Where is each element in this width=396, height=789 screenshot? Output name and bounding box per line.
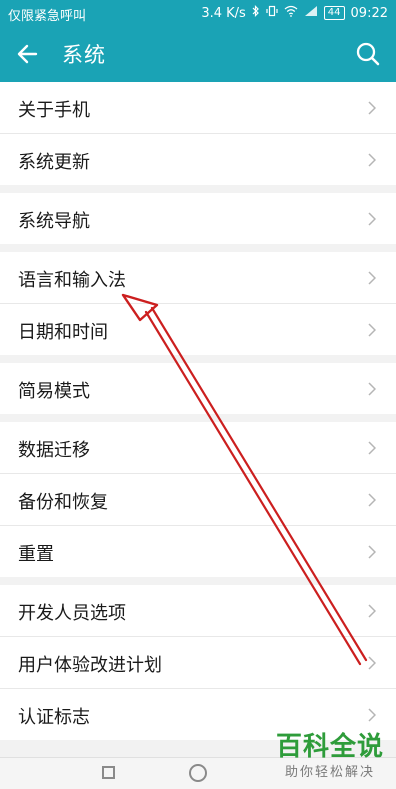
chevron-right-icon xyxy=(368,545,376,559)
settings-group: 系统导航 xyxy=(0,193,396,244)
watermark-subtitle: 助你轻松解决 xyxy=(284,765,375,780)
setting-system-navigation[interactable]: 系统导航 xyxy=(0,193,396,244)
setting-simple-mode[interactable]: 简易模式 xyxy=(0,363,396,414)
clock: 09:22 xyxy=(350,5,388,21)
chevron-right-icon xyxy=(368,493,376,507)
status-bar: 仅限紧急呼叫 3.4 K/s 44 09:22 xyxy=(0,0,396,26)
signal-icon xyxy=(304,5,318,21)
back-button[interactable] xyxy=(14,40,44,68)
bluetooth-icon xyxy=(252,5,260,21)
setting-label: 重置 xyxy=(18,544,54,565)
setting-label: 日期和时间 xyxy=(18,322,108,343)
settings-group: 数据迁移 备份和恢复 重置 xyxy=(0,422,396,577)
vibrate-icon xyxy=(266,5,278,21)
setting-label: 关于手机 xyxy=(18,100,90,121)
chevron-right-icon xyxy=(368,604,376,618)
settings-group: 简易模式 xyxy=(0,363,396,414)
settings-group: 关于手机 系统更新 xyxy=(0,82,396,185)
chevron-right-icon xyxy=(368,382,376,396)
setting-date-time[interactable]: 日期和时间 xyxy=(0,304,396,355)
watermark-title: 百科全说 xyxy=(275,732,384,762)
chevron-right-icon xyxy=(368,153,376,167)
settings-group: 开发人员选项 用户体验改进计划 认证标志 xyxy=(0,585,396,740)
setting-about-phone[interactable]: 关于手机 xyxy=(0,82,396,134)
setting-label: 用户体验改进计划 xyxy=(18,655,162,676)
watermark: 百科全说 助你轻松解决 xyxy=(268,726,392,780)
group-divider xyxy=(0,244,396,252)
settings-group: 语言和输入法 日期和时间 xyxy=(0,252,396,355)
search-icon xyxy=(356,42,380,66)
chevron-right-icon xyxy=(368,323,376,337)
status-right: 3.4 K/s 44 09:22 xyxy=(201,5,388,21)
setting-label: 认证标志 xyxy=(18,707,90,728)
setting-label: 系统更新 xyxy=(18,152,90,173)
setting-label: 开发人员选项 xyxy=(18,603,126,624)
chevron-right-icon xyxy=(368,441,376,455)
chevron-right-icon xyxy=(368,271,376,285)
group-divider xyxy=(0,355,396,363)
setting-reset[interactable]: 重置 xyxy=(0,526,396,577)
settings-list: 关于手机 系统更新 系统导航 语言和输入法 日期和时间 简易模式 数据迁移 备份… xyxy=(0,82,396,740)
carrier-text: 仅限紧急呼叫 xyxy=(8,9,87,24)
setting-data-migration[interactable]: 数据迁移 xyxy=(0,422,396,474)
home-button[interactable] xyxy=(189,764,207,782)
chevron-right-icon xyxy=(368,212,376,226)
chevron-right-icon xyxy=(368,708,376,722)
page-title: 系统 xyxy=(62,43,106,67)
battery-level: 44 xyxy=(323,6,345,20)
recent-apps-button[interactable] xyxy=(102,766,115,779)
group-divider xyxy=(0,577,396,585)
setting-language-input[interactable]: 语言和输入法 xyxy=(0,252,396,304)
wifi-icon xyxy=(284,5,298,21)
arrow-left-icon xyxy=(17,44,38,64)
setting-label: 备份和恢复 xyxy=(18,492,108,513)
app-header: 系统 xyxy=(0,26,396,82)
setting-label: 数据迁移 xyxy=(18,440,90,461)
setting-label: 系统导航 xyxy=(18,211,90,232)
group-divider xyxy=(0,185,396,193)
setting-user-experience-program[interactable]: 用户体验改进计划 xyxy=(0,637,396,689)
search-button[interactable] xyxy=(354,40,382,68)
setting-system-update[interactable]: 系统更新 xyxy=(0,134,396,185)
setting-label: 简易模式 xyxy=(18,381,90,402)
group-divider xyxy=(0,414,396,422)
setting-label: 语言和输入法 xyxy=(18,270,126,291)
chevron-right-icon xyxy=(368,101,376,115)
setting-developer-options[interactable]: 开发人员选项 xyxy=(0,585,396,637)
network-speed: 3.4 K/s xyxy=(201,5,246,21)
chevron-right-icon xyxy=(368,656,376,670)
setting-backup-restore[interactable]: 备份和恢复 xyxy=(0,474,396,526)
